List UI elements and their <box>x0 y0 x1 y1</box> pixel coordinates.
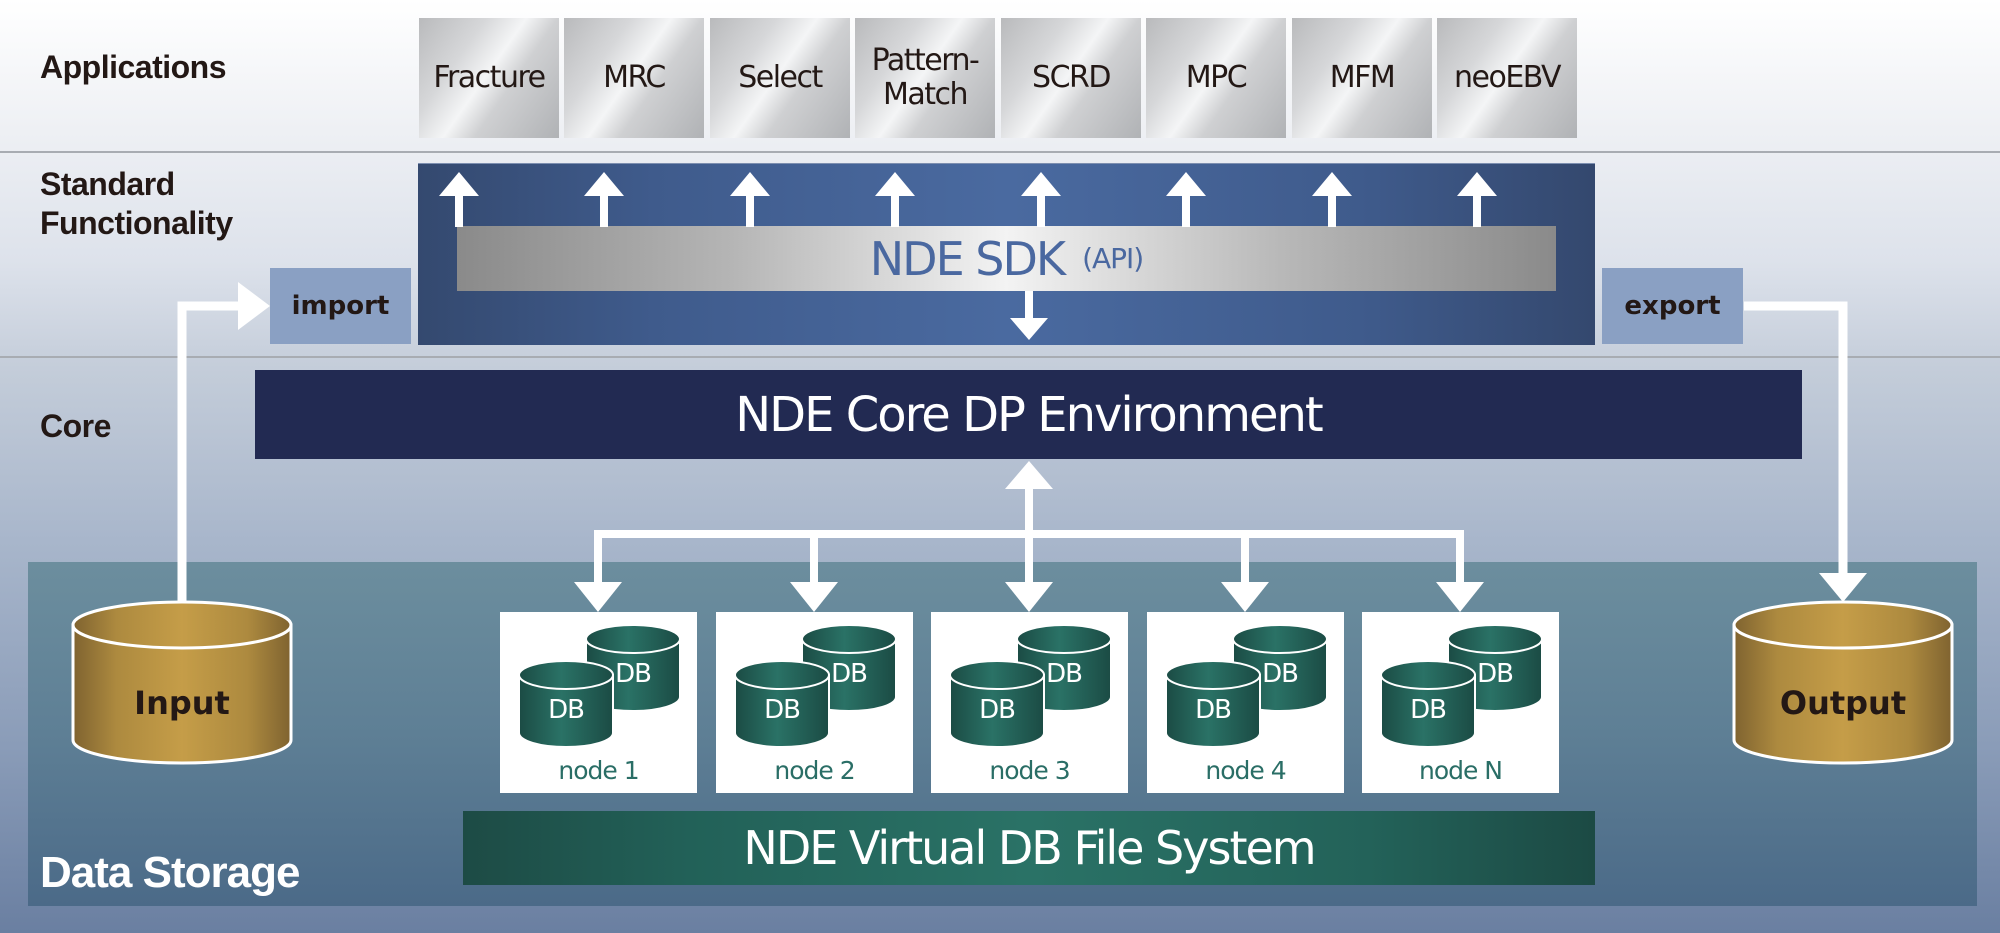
db-label: DB <box>979 695 1016 725</box>
api-up-arrow <box>584 172 624 227</box>
db-label: DB <box>548 695 585 725</box>
core-node-bus <box>574 461 1484 612</box>
import-arrowhead <box>238 282 270 330</box>
input-label: Input <box>134 684 230 722</box>
api-up-arrow <box>1457 172 1497 227</box>
api-up-arrow <box>730 172 770 227</box>
diagram-overlay <box>71 172 1954 765</box>
export-arrow <box>1744 301 1848 575</box>
api-up-arrow <box>1312 172 1352 227</box>
db-label: DB <box>1195 695 1232 725</box>
api-up-arrow <box>1021 172 1061 227</box>
db-label: DB <box>1262 659 1299 689</box>
output-label: Output <box>1779 684 1907 722</box>
import-arrow <box>177 301 240 602</box>
export-arrowhead <box>1819 573 1867 602</box>
db-label: DB <box>831 659 868 689</box>
db-label: DB <box>615 659 652 689</box>
output-cylinder-icon <box>1732 600 1954 765</box>
db-label: DB <box>1046 659 1083 689</box>
db-label: DB <box>764 695 801 725</box>
db-label: DB <box>1477 659 1514 689</box>
sdk-down-arrow <box>1010 291 1048 340</box>
db-label: DB <box>1410 695 1447 725</box>
api-up-arrow <box>875 172 915 227</box>
input-cylinder-icon <box>71 600 293 765</box>
api-up-arrow <box>439 172 479 227</box>
api-up-arrow <box>1166 172 1206 227</box>
